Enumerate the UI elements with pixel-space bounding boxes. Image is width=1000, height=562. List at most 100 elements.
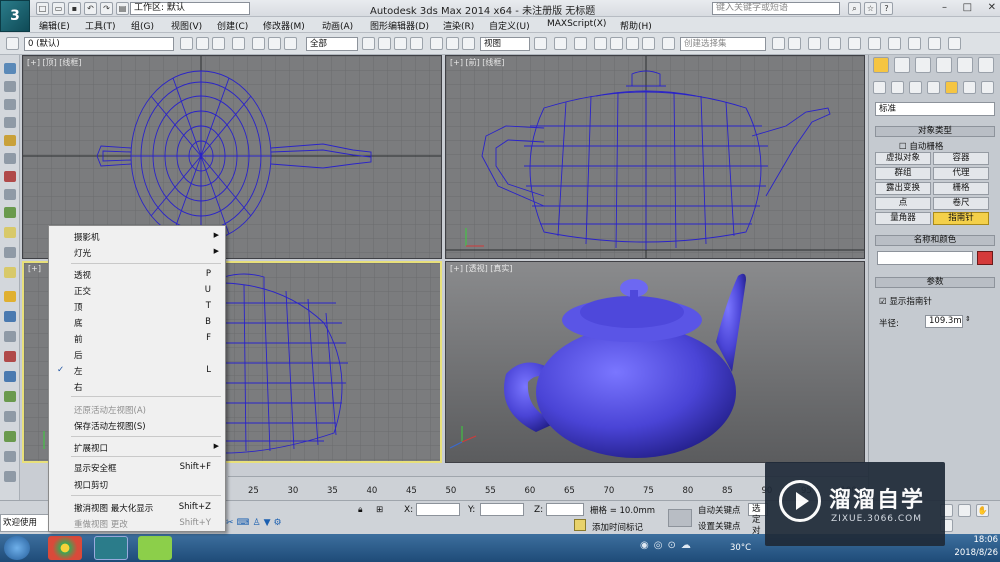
settings-icon[interactable]: ⚙: [274, 518, 282, 528]
container-button[interactable]: 容器: [933, 152, 989, 165]
minimize-icon[interactable]: –: [942, 2, 947, 15]
helpers-icon[interactable]: [945, 81, 958, 94]
edit-named-sets-icon[interactable]: [662, 37, 675, 50]
motion-tab-icon[interactable]: [936, 57, 952, 73]
viewport-label-perspective[interactable]: [+] [透视] [真实]: [450, 263, 513, 274]
project-folder-icon[interactable]: ▤: [116, 2, 129, 15]
unchain-icon[interactable]: [268, 37, 281, 50]
layer-dropdown[interactable]: 0 (默认): [24, 37, 174, 51]
material-editor-icon[interactable]: [888, 37, 901, 50]
menu-graph-editors[interactable]: 图形编辑器(D): [370, 19, 429, 32]
key-icon[interactable]: [668, 509, 692, 527]
snap-icon[interactable]: [594, 37, 607, 50]
time-tag-icon[interactable]: [574, 519, 586, 531]
show-compass-checkbox[interactable]: ☑ 显示指南针: [879, 295, 932, 307]
tool-icon-19[interactable]: [4, 411, 16, 422]
menu-edit[interactable]: 编辑(E): [39, 19, 70, 32]
context-menu-item[interactable]: 摄影机 ▶: [49, 231, 225, 245]
wave-icon[interactable]: [284, 37, 297, 50]
menu-customize[interactable]: 自定义(U): [489, 19, 530, 32]
maximize-icon[interactable]: □: [963, 2, 972, 15]
graphite-toggle-icon[interactable]: [828, 37, 841, 50]
render-icon[interactable]: [948, 37, 961, 50]
systems-icon[interactable]: [981, 81, 994, 94]
shapes-icon[interactable]: [891, 81, 904, 94]
keyboard-shortcut-icon[interactable]: [574, 37, 587, 50]
create-tab-icon[interactable]: [873, 57, 889, 73]
help-icon[interactable]: ?: [880, 2, 893, 15]
render-frame-icon[interactable]: [928, 37, 941, 50]
add-time-tag-button[interactable]: 添加时间标记: [592, 521, 643, 533]
weather-icon[interactable]: ☁: [681, 540, 691, 551]
tool-icon-22[interactable]: [4, 471, 16, 482]
menu-views[interactable]: 视图(V): [171, 19, 202, 32]
schematic-view-icon[interactable]: [868, 37, 881, 50]
tool-icon-5[interactable]: [4, 135, 16, 146]
tool-icon-3[interactable]: [4, 99, 16, 110]
menu-help[interactable]: 帮助(H): [620, 19, 652, 32]
point-button[interactable]: 点: [875, 197, 931, 210]
context-menu-item[interactable]: 扩展视口 ▶: [49, 442, 225, 456]
percent-snap-icon[interactable]: [626, 37, 639, 50]
context-menu-item[interactable]: 保存活动左视图(S): [49, 420, 225, 434]
viewport-label-front[interactable]: [+] [前] [线框]: [450, 57, 505, 68]
context-menu-item[interactable]: 右: [49, 381, 225, 395]
tool-icon-20[interactable]: [4, 431, 16, 442]
cameras-icon[interactable]: [927, 81, 940, 94]
modify-tab-icon[interactable]: [894, 57, 910, 73]
context-menu-item[interactable]: 底B: [49, 317, 225, 331]
align-icon[interactable]: [788, 37, 801, 50]
spacewarps-icon[interactable]: [963, 81, 976, 94]
curve-editor-icon[interactable]: [848, 37, 861, 50]
keyboard-icon[interactable]: ⌨: [237, 518, 250, 528]
named-selection-dropdown[interactable]: 创建选择集: [680, 37, 766, 51]
start-button[interactable]: [4, 536, 30, 560]
select-manipulate-icon[interactable]: [554, 37, 567, 50]
tool-icon-2[interactable]: [4, 81, 16, 92]
object-name-input[interactable]: [877, 251, 973, 265]
tool-icon-7[interactable]: [4, 171, 16, 182]
context-menu-item[interactable]: 撤消视图 最大化显示 Shift+Z: [49, 502, 225, 516]
menu-tools[interactable]: 工具(T): [85, 19, 116, 32]
crowd-button[interactable]: 群组: [875, 167, 931, 180]
menu-create[interactable]: 创建(C): [217, 19, 248, 32]
bind-spacewarp-icon[interactable]: [212, 37, 225, 50]
tray-icon[interactable]: ⊙: [667, 540, 675, 551]
auto-key-button[interactable]: 自动关键点: [698, 504, 741, 516]
tool-icon-11[interactable]: [4, 247, 16, 258]
layer-manager-icon[interactable]: [6, 37, 19, 50]
x-coordinate-field[interactable]: [416, 503, 460, 516]
chain-icon[interactable]: [252, 37, 265, 50]
display-tab-icon[interactable]: [957, 57, 973, 73]
undo-icon[interactable]: ↶: [84, 2, 97, 15]
tool-icon-13[interactable]: [4, 291, 16, 302]
clock[interactable]: 18:06 2018/8/26: [946, 535, 998, 558]
binoculars-icon[interactable]: ⌕: [848, 2, 861, 15]
angle-snap-icon[interactable]: [610, 37, 623, 50]
pan-icon[interactable]: ✋: [976, 504, 989, 517]
tool-icon-4[interactable]: [4, 117, 16, 128]
tool-icon-21[interactable]: [4, 451, 16, 462]
context-menu-item[interactable]: 灯光 ▶: [49, 247, 225, 261]
context-menu-item[interactable]: 正交 U: [49, 285, 225, 299]
proxy-button[interactable]: 代理: [933, 167, 989, 180]
context-menu-item[interactable]: 显示安全框 Shift+F: [49, 462, 225, 476]
select-link-icon[interactable]: [232, 37, 245, 50]
autogrid-checkbox[interactable]: ☐ 自动栅格: [899, 140, 943, 152]
maxscript-listener-welcome[interactable]: 欢迎使用: [0, 514, 50, 532]
lock-icon[interactable]: 🔒︎: [358, 505, 363, 515]
save-icon[interactable]: ▪: [68, 2, 81, 15]
tool-icon-12[interactable]: [4, 267, 16, 278]
menu-modifiers[interactable]: 修改器(M): [263, 19, 305, 32]
absolute-mode-icon[interactable]: ⊞: [376, 505, 383, 515]
context-menu-item[interactable]: 后: [49, 349, 225, 363]
utilities-tab-icon[interactable]: [978, 57, 994, 73]
scale-icon[interactable]: [462, 37, 475, 50]
context-menu-item[interactable]: 顶T: [49, 301, 225, 315]
tray-icon[interactable]: ◎: [654, 540, 663, 551]
new-file-icon[interactable]: □: [36, 2, 49, 15]
rect-selection-icon[interactable]: [394, 37, 407, 50]
menu-rendering[interactable]: 渲染(R): [443, 19, 474, 32]
select-object-icon[interactable]: [362, 37, 375, 50]
viewport-front[interactable]: [+] [前] [线框]: [445, 55, 865, 259]
